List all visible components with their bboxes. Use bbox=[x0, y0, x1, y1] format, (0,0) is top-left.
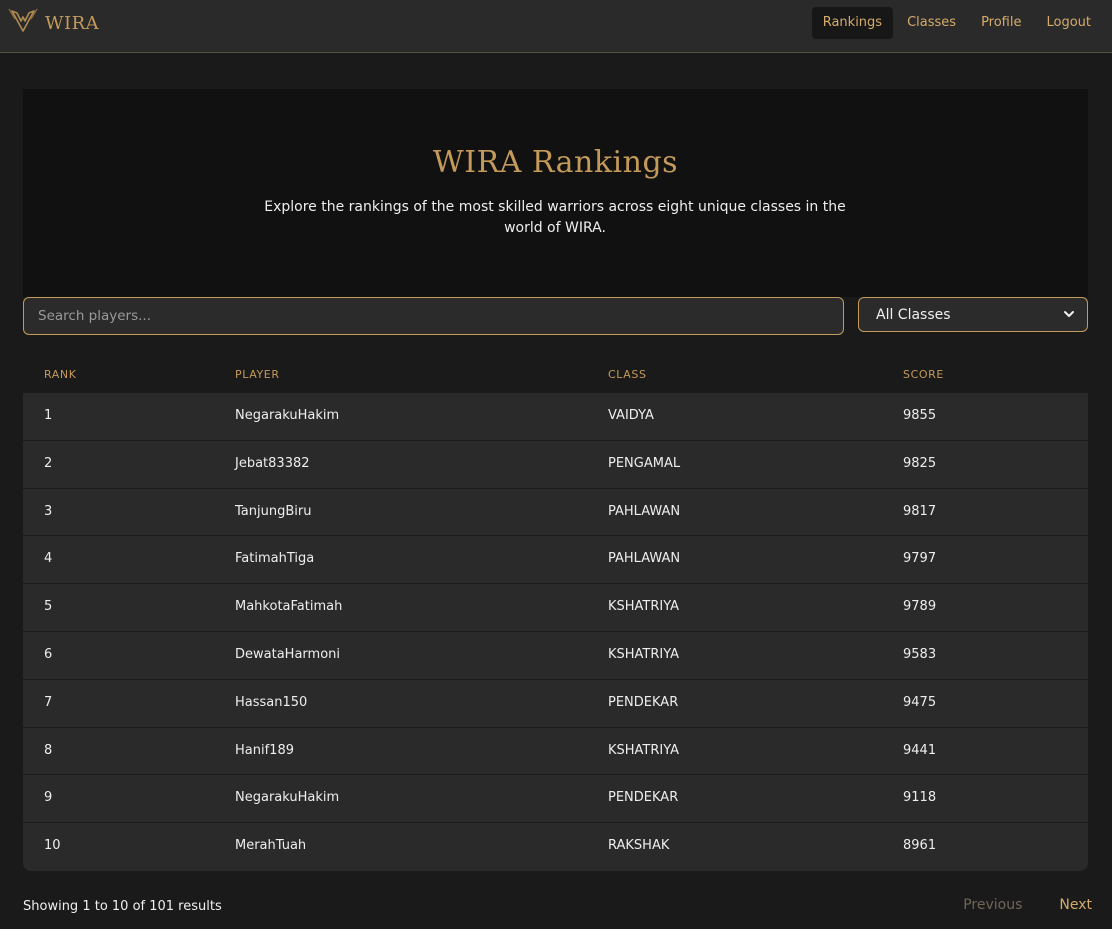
navbar: WIRA Rankings Classes Profile Logout bbox=[0, 0, 1112, 53]
rankings-table: Rank Player Class Score 1 NegarakuHakim … bbox=[23, 356, 1088, 871]
table-row: 8 Hanif189 KSHATRIYA 9441 bbox=[23, 728, 1088, 776]
table-row: 9 NegarakuHakim PENDEKAR 9118 bbox=[23, 775, 1088, 824]
cell-rank: 6 bbox=[44, 646, 53, 662]
cell-class: PAHLAWAN bbox=[608, 503, 681, 519]
cell-player: NegarakuHakim bbox=[235, 408, 340, 423]
cell-player: MerahTuah bbox=[235, 838, 307, 854]
nav-classes[interactable]: Classes bbox=[896, 7, 967, 39]
page-title: WIRA Rankings bbox=[432, 145, 679, 180]
cell-rank: 8 bbox=[44, 742, 53, 758]
cell-class: KSHATRIYA bbox=[608, 646, 680, 662]
next-button[interactable]: Next bbox=[1059, 897, 1092, 913]
cell-class: KSHATRIYA bbox=[608, 742, 680, 758]
cell-rank: 1 bbox=[44, 408, 53, 423]
cell-score: 8961 bbox=[903, 838, 937, 854]
cell-class: PAHLAWAN bbox=[608, 551, 681, 567]
cell-class: PENGAMAL bbox=[608, 455, 681, 471]
table-row: 4 FatimahTiga PAHLAWAN 9797 bbox=[23, 536, 1088, 585]
cell-rank: 2 bbox=[44, 455, 53, 471]
cell-player: TanjungBiru bbox=[235, 503, 312, 519]
nav-links: Rankings Classes Profile Logout bbox=[809, 7, 1102, 39]
cell-class: VAIDYA bbox=[608, 408, 654, 423]
cell-score: 9583 bbox=[903, 646, 937, 662]
cell-score: 9118 bbox=[903, 790, 937, 806]
cell-score: 9797 bbox=[903, 551, 937, 567]
table-row: 6 DewataHarmoni KSHATRIYA 9583 bbox=[23, 632, 1088, 680]
cell-rank: 5 bbox=[44, 599, 53, 615]
cell-rank: 4 bbox=[44, 551, 53, 567]
cell-player: MahkotaFatimah bbox=[235, 599, 343, 615]
cell-class: PENDEKAR bbox=[608, 694, 679, 710]
table-row: 5 MahkotaFatimah KSHATRIYA 9789 bbox=[23, 584, 1088, 632]
cell-score: 9789 bbox=[903, 599, 937, 615]
nav-rankings[interactable]: Rankings bbox=[811, 7, 894, 39]
cell-score: 9825 bbox=[903, 455, 937, 471]
cell-rank: 10 bbox=[44, 838, 61, 854]
nav-logout[interactable]: Logout bbox=[1035, 7, 1102, 39]
cell-class: PENDEKAR bbox=[608, 790, 679, 806]
cell-rank: 3 bbox=[44, 503, 53, 519]
cell-score: 9855 bbox=[903, 408, 937, 423]
table-row: 3 TanjungBiru PAHLAWAN 9817 bbox=[23, 489, 1088, 537]
table-header: Rank Player Class Score bbox=[23, 356, 1088, 393]
column-header-rank: Rank bbox=[44, 368, 77, 381]
cell-rank: 7 bbox=[44, 694, 53, 710]
brand-link[interactable]: WIRA bbox=[8, 8, 99, 38]
column-header-player: Player bbox=[235, 368, 280, 381]
table-row: 10 MerahTuah RAKSHAK 8961 bbox=[23, 823, 1088, 871]
cell-player: Hassan150 bbox=[235, 694, 308, 710]
cell-score: 9817 bbox=[903, 503, 937, 519]
cell-score: 9441 bbox=[903, 742, 937, 758]
table-row: 2 Jebat83382 PENGAMAL 9825 bbox=[23, 441, 1088, 489]
pagination: Previous Next bbox=[926, 897, 1092, 913]
cell-class: KSHATRIYA bbox=[608, 599, 680, 615]
cell-player: NegarakuHakim bbox=[235, 790, 340, 806]
chevron-down-icon bbox=[1063, 305, 1075, 324]
cell-player: FatimahTiga bbox=[235, 551, 315, 567]
search-input[interactable] bbox=[23, 297, 844, 335]
class-filter-select[interactable]: All Classes bbox=[858, 297, 1088, 332]
column-header-class: Class bbox=[608, 368, 647, 381]
cell-player: DewataHarmoni bbox=[235, 646, 340, 662]
cell-rank: 9 bbox=[44, 790, 53, 806]
cell-score: 9475 bbox=[903, 694, 937, 710]
table-row: 7 Hassan150 PENDEKAR 9475 bbox=[23, 680, 1088, 728]
class-filter-value: All Classes bbox=[876, 306, 951, 323]
column-header-score: Score bbox=[903, 368, 944, 381]
wings-logo-icon bbox=[8, 7, 38, 39]
cell-player: Hanif189 bbox=[235, 742, 294, 758]
cell-class: RAKSHAK bbox=[608, 838, 670, 854]
previous-button[interactable]: Previous bbox=[963, 897, 1022, 913]
brand-name: WIRA bbox=[45, 12, 100, 34]
hero-banner: WIRA Rankings Explore the rankings of th… bbox=[23, 89, 1088, 297]
results-summary: Showing 1 to 10 of 101 results bbox=[23, 899, 222, 914]
table-row: 1 NegarakuHakim VAIDYA 9855 bbox=[23, 393, 1088, 441]
page-subtitle: Explore the rankings of the most skilled… bbox=[264, 199, 846, 236]
table-body: 1 NegarakuHakim VAIDYA 9855 2 Jebat83382… bbox=[23, 393, 1088, 871]
cell-player: Jebat83382 bbox=[235, 455, 310, 471]
nav-profile[interactable]: Profile bbox=[970, 7, 1032, 39]
